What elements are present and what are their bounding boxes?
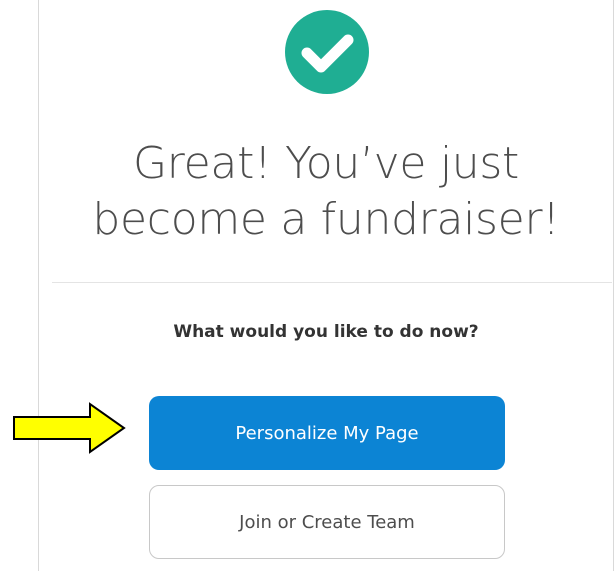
checkmark-icon: [301, 34, 354, 73]
page: Great! You’ve just become a fundraiser! …: [0, 0, 616, 571]
next-step-prompt: What would you like to do now?: [173, 322, 479, 342]
page-title-line-1: Great! You’ve just: [133, 138, 519, 189]
page-title-line-2: become a fundraiser!: [92, 194, 560, 245]
page-title: Great! You’ve just become a fundraiser!: [38, 136, 614, 248]
check-circle-icon: [285, 10, 369, 94]
join-or-create-team-button[interactable]: Join or Create Team: [149, 485, 505, 559]
right-arrow-icon: [13, 402, 126, 454]
divider: [52, 282, 612, 283]
personalize-my-page-button[interactable]: Personalize My Page: [149, 396, 505, 470]
